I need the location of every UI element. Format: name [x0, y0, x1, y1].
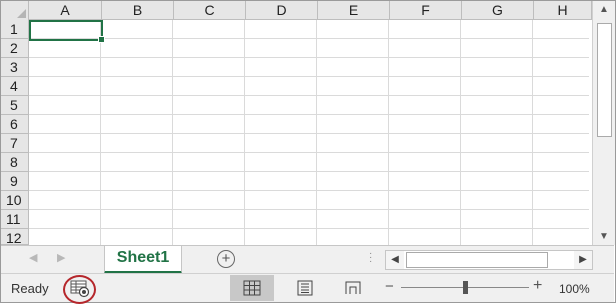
row-header-6[interactable]: 6 [1, 115, 29, 134]
status-ready: Ready [11, 281, 49, 296]
normal-view-button[interactable] [230, 275, 274, 301]
scroll-right-icon[interactable]: ▶ [574, 251, 592, 269]
column-header-b[interactable]: B [102, 1, 174, 20]
sheet-tab-sheet1[interactable]: Sheet1 [104, 246, 182, 274]
column-header-e[interactable]: E [318, 1, 390, 20]
horizontal-scroll-thumb[interactable] [406, 252, 548, 268]
column-header-c[interactable]: C [174, 1, 246, 20]
page-break-view-button[interactable] [331, 275, 375, 301]
active-cell-a1[interactable] [29, 20, 105, 43]
zoom-level[interactable]: 100% [559, 282, 590, 296]
vertical-scroll-thumb[interactable] [597, 23, 612, 137]
row-header-7[interactable]: 7 [1, 134, 29, 153]
zoom-slider-thumb[interactable] [463, 281, 468, 294]
scroll-left-icon[interactable]: ◀ [386, 251, 404, 269]
row-header-12[interactable]: 12 [1, 229, 29, 246]
select-all-icon [17, 9, 26, 18]
horizontal-scrollbar[interactable]: ◀ ▶ [385, 250, 593, 270]
row-header-2[interactable]: 2 [1, 39, 29, 58]
page-layout-icon [297, 280, 313, 296]
fill-handle[interactable] [98, 36, 105, 43]
page-layout-view-button[interactable] [283, 275, 327, 301]
row-header-10[interactable]: 10 [1, 191, 29, 210]
status-bar: Ready − + 100% [1, 273, 614, 304]
next-sheet-icon[interactable]: ▶ [57, 251, 65, 264]
row-header-4[interactable]: 4 [1, 77, 29, 96]
macro-record-button[interactable] [63, 274, 99, 304]
zoom-in-button[interactable]: + [533, 277, 542, 295]
scroll-up-icon[interactable]: ▲ [593, 1, 615, 18]
tab-split-handle[interactable]: · · · [369, 249, 372, 267]
sheet-tab-bar: ◀ ▶ Sheet1 + · · · ◀ ▶ [1, 245, 614, 274]
add-sheet-icon[interactable]: + [217, 250, 235, 268]
column-header-d[interactable]: D [246, 1, 318, 20]
scroll-down-icon[interactable]: ▼ [593, 228, 615, 245]
row-header-1[interactable]: 1 [1, 20, 29, 39]
row-header-11[interactable]: 11 [1, 210, 29, 229]
row-header-9[interactable]: 9 [1, 172, 29, 191]
prev-sheet-icon[interactable]: ◀ [29, 251, 37, 264]
row-header-3[interactable]: 3 [1, 58, 29, 77]
macro-record-icon [70, 280, 90, 298]
zoom-out-button[interactable]: − [385, 278, 394, 295]
vertical-scrollbar[interactable]: ▲ ▼ [592, 1, 615, 245]
page-break-icon [345, 281, 361, 294]
column-header-a[interactable]: A [29, 1, 102, 20]
column-header-h[interactable]: H [534, 1, 592, 20]
select-all-corner[interactable] [1, 1, 29, 21]
grid-icon [243, 280, 261, 296]
row-header-8[interactable]: 8 [1, 153, 29, 172]
cell-grid[interactable] [29, 20, 589, 245]
row-header-5[interactable]: 5 [1, 96, 29, 115]
column-header-g[interactable]: G [462, 1, 534, 20]
column-header-f[interactable]: F [390, 1, 462, 20]
